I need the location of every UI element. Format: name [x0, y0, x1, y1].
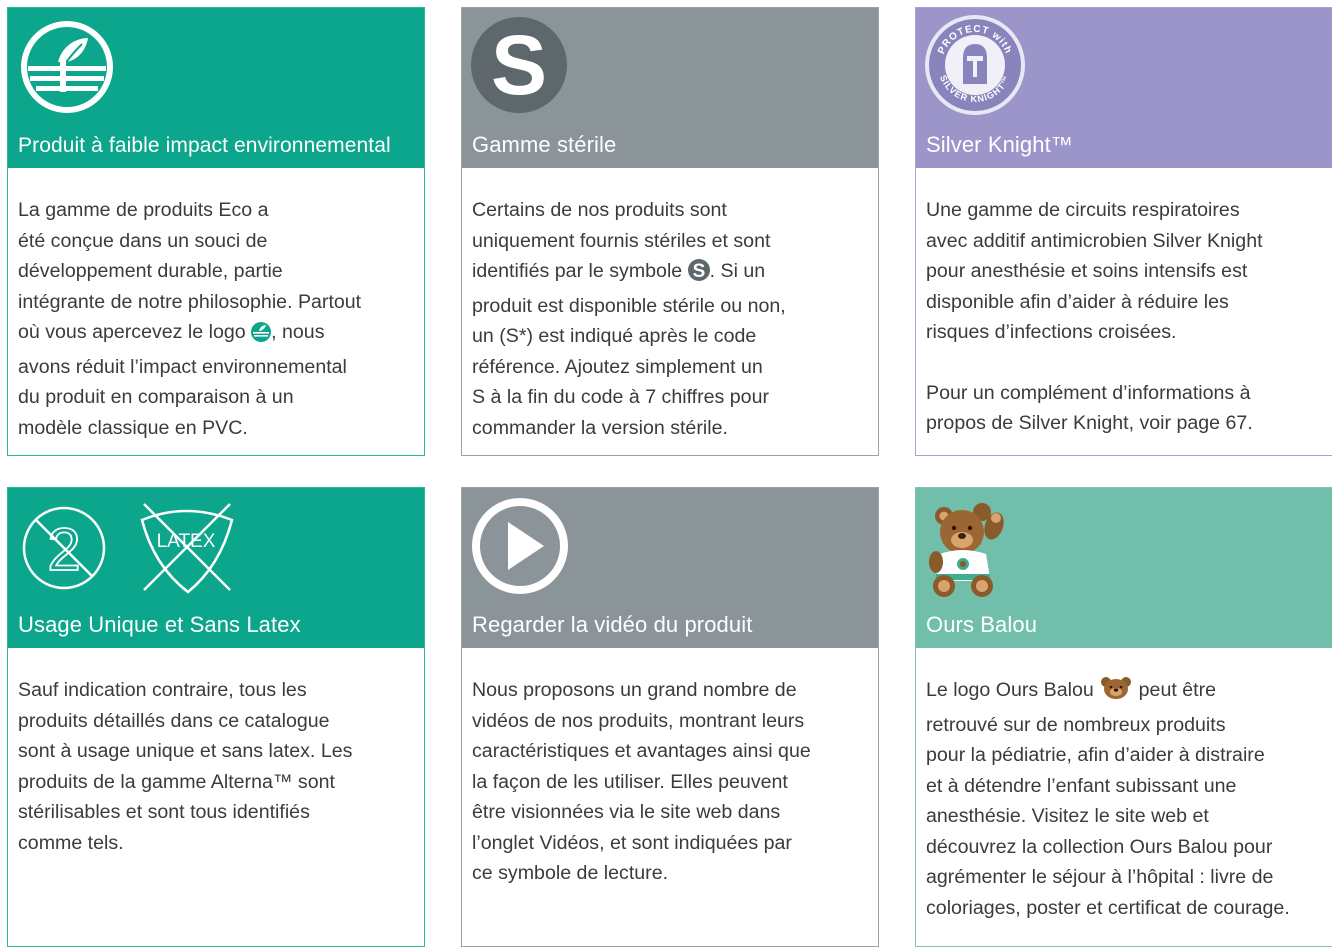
svg-text:LATEX: LATEX	[157, 531, 216, 552]
video-description: Nous proposons un grand nombre de vidéos…	[472, 679, 811, 884]
balou-description: Le logo Ours Balou peut être retrouvé su…	[926, 675, 1324, 923]
eco-leaf-icon	[20, 20, 114, 119]
silver-knight-description: Une gamme de circuits respiratoires avec…	[926, 199, 1263, 434]
balou-card-header: Ours Balou	[916, 488, 1332, 648]
no-latex-icon: LATEX	[136, 496, 236, 601]
silver-knight-icon: PROTECT with SILVER KNIGHT™	[924, 14, 1026, 121]
silver-knight-card: PROTECT with SILVER KNIGHT™ Silver Knigh…	[915, 7, 1332, 456]
balou-title: Ours Balou	[926, 612, 1038, 637]
teddy-bear-icon	[924, 498, 1014, 603]
single-use-description: Sauf indication contraire, tous les prod…	[18, 679, 353, 854]
eco-card-header: Produit à faible impact environnemental	[8, 8, 424, 168]
silver-knight-title: Silver Knight™	[926, 132, 1073, 157]
eco-title: Produit à faible impact environnemental	[18, 134, 391, 157]
sterile-description: Certains de nos produits sont uniquement…	[472, 199, 786, 439]
single-use-title: Usage Unique et Sans Latex	[18, 612, 301, 637]
single-use-card-header: 2 LATEX Usage Unique et Sans Latex	[8, 488, 424, 648]
sterile-inline-icon: S	[687, 259, 710, 291]
silver-knight-card-header: PROTECT with SILVER KNIGHT™ Silver Knigh…	[916, 8, 1332, 168]
single-use-icon: 2	[16, 500, 116, 605]
video-card-header: Regarder la vidéo du produit	[462, 488, 878, 648]
teddy-bear-inline-icon	[1099, 676, 1133, 710]
sterile-card-header: S Gamme stérile	[462, 8, 878, 168]
play-icon	[472, 498, 568, 599]
video-title: Regarder la vidéo du produit	[472, 612, 753, 637]
eco-inline-icon	[251, 321, 272, 352]
single-use-card: 2 LATEX Usage Unique et Sans Latex Sauf …	[7, 487, 425, 947]
balou-card: Ours Balou Le logo Ours Balou peut être …	[915, 487, 1332, 947]
eco-card: Produit à faible impact environnemental …	[7, 7, 425, 456]
svg-text:S: S	[692, 261, 705, 281]
sterile-title: Gamme stérile	[472, 132, 617, 157]
svg-text:S: S	[491, 18, 547, 112]
eco-description: La gamme de produits Eco a été conçue da…	[18, 199, 362, 439]
sterile-s-icon: S	[470, 16, 568, 119]
sterile-card: S Gamme stérile Certains de nos produits…	[461, 7, 879, 456]
video-card: Regarder la vidéo du produit Nous propos…	[461, 487, 879, 947]
